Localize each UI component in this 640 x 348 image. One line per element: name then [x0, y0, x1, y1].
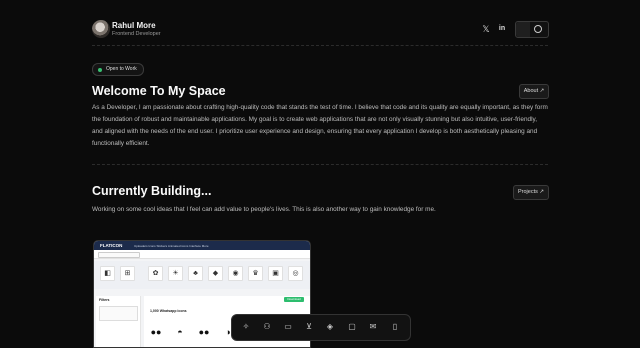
home-icon[interactable]: ✧ — [240, 321, 252, 333]
tile-icon: ⊞ — [120, 266, 135, 281]
page-container: Rahul More Frontend Developer 𝕏 in Open … — [92, 0, 549, 348]
preview-download-button: Download — [284, 297, 304, 302]
preview-logo: FLATICON — [100, 243, 123, 248]
tile-icon: ◉ — [228, 266, 243, 281]
tile-icon: ◧ — [100, 266, 115, 281]
status-badge: Open to Work — [92, 63, 144, 76]
moon-icon — [534, 25, 542, 33]
glyph-icon: ●● — [150, 327, 162, 337]
avatar — [92, 20, 110, 38]
status-dot-icon — [98, 67, 102, 72]
header: Rahul More Frontend Developer 𝕏 in — [92, 18, 549, 44]
tile-icon: ♛ — [248, 266, 263, 281]
cart-icon[interactable]: ⊻ — [303, 321, 315, 333]
divider — [92, 164, 548, 165]
divider — [92, 45, 548, 46]
bottom-dock: ✧ ⚇ ▭ ⊻ ◈ ▢ ✉ ▯ — [231, 314, 411, 341]
building-title: Currently Building... — [92, 184, 212, 198]
toggle-knob — [516, 22, 530, 37]
preview-menu: Uploaders Icons Stickers Animated icons … — [134, 244, 209, 248]
welcome-title: Welcome To My Space — [92, 84, 226, 98]
id-card-icon[interactable]: ▭ — [282, 321, 294, 333]
preview-sidebar-box — [99, 306, 138, 321]
tile-icon: ♣ — [188, 266, 203, 281]
preview-topbar: FLATICON Uploaders Icons Stickers Animat… — [94, 241, 310, 250]
monitor-icon[interactable]: ▢ — [346, 321, 358, 333]
layers-icon[interactable]: ◈ — [324, 321, 336, 333]
building-body: Working on some cool ideas that I feel c… — [92, 206, 436, 213]
preview-sidebar: Filters — [96, 296, 141, 347]
linkedin-icon[interactable]: in — [497, 24, 507, 34]
projects-button[interactable]: Projects ↗ — [513, 185, 549, 200]
preview-sidebar-title: Filters — [99, 298, 110, 302]
glyph-icon: ◓ — [177, 327, 183, 337]
x-icon[interactable]: 𝕏 — [481, 24, 491, 34]
preview-section-title: 1,000 Whatsapp icons — [150, 309, 187, 313]
preview-search — [98, 252, 140, 258]
tile-icon: ✿ — [148, 266, 163, 281]
tile-icon: ◆ — [208, 266, 223, 281]
welcome-body: As a Developer, I am passionate about cr… — [92, 104, 548, 147]
theme-toggle[interactable] — [515, 21, 549, 38]
status-badge-label: Open to Work — [106, 66, 137, 72]
about-button[interactable]: About ↗ — [519, 84, 549, 99]
tile-icon: ◎ — [288, 266, 303, 281]
profile-name: Rahul More — [112, 21, 156, 30]
profile-role: Frontend Developer — [112, 31, 161, 37]
mail-icon[interactable]: ✉ — [367, 321, 379, 333]
tile-icon: ▣ — [268, 266, 283, 281]
chat-icon[interactable]: ▯ — [389, 321, 401, 333]
user-icon[interactable]: ⚇ — [261, 321, 273, 333]
tile-icon: ☀ — [168, 266, 183, 281]
glyph-icon: ●● — [198, 327, 210, 337]
